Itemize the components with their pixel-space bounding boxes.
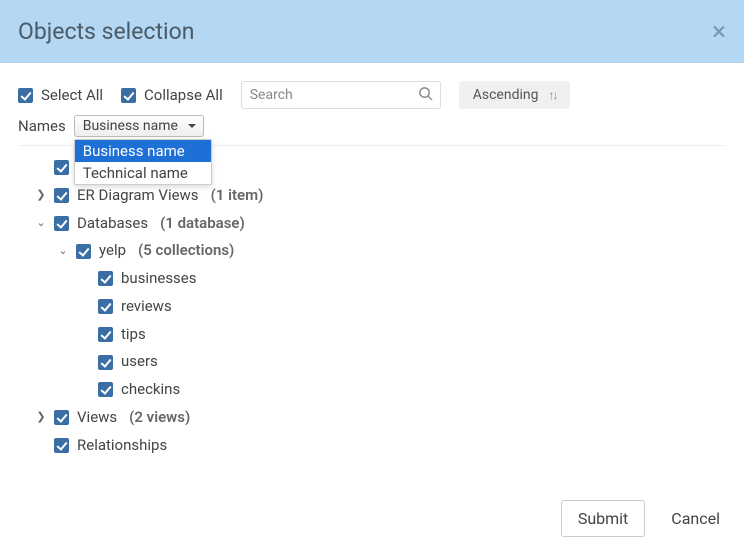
databases-count: (1 database) [160,210,245,238]
controls-bar: Select All Collapse All Ascending ↑↓ [0,63,744,115]
er-views-count: (1 item) [211,182,264,210]
databases-label: Databases [77,210,148,238]
submit-button[interactable]: Submit [561,500,645,537]
search-input[interactable] [241,81,441,109]
col-reviews-checkbox[interactable] [98,299,113,314]
col-businesses-checkbox[interactable] [98,271,113,286]
chevron-down-icon[interactable]: ⌄ [58,241,68,261]
tree-root-checkbox[interactable] [54,160,69,175]
names-row: Names Business name Business name Techni… [0,115,744,145]
chevron-right-icon[interactable]: ❯ [36,407,46,427]
yelp-count: (5 collections) [138,237,234,265]
collapse-all-box[interactable] [121,88,136,103]
col-reviews-label: reviews [121,293,172,321]
relationships-checkbox[interactable] [54,438,69,453]
names-option-business[interactable]: Business name [75,140,211,162]
sort-label: Ascending [473,87,539,103]
collapse-all-label: Collapse All [144,86,223,104]
cancel-button[interactable]: Cancel [665,508,726,529]
select-all-label: Select All [41,86,103,104]
search-wrap [241,81,441,109]
close-icon[interactable]: × [712,19,726,45]
names-dropdown: Business name Technical name [74,139,212,185]
col-businesses-label: businesses [121,265,197,293]
yelp-label: yelp [99,237,126,265]
select-all-checkbox[interactable]: Select All [18,86,103,104]
collapse-all-checkbox[interactable]: Collapse All [121,86,223,104]
relationships-label: Relationships [77,432,167,460]
yelp-checkbox[interactable] [76,244,91,259]
dialog-title: Objects selection [18,18,194,45]
views-label: Views [77,404,117,432]
footer: Submit Cancel [561,500,726,537]
names-select[interactable]: Business name Business name Technical na… [74,115,204,137]
col-users-checkbox[interactable] [98,355,113,370]
databases-checkbox[interactable] [54,216,69,231]
col-checkins-label: checkins [121,376,180,404]
col-tips-checkbox[interactable] [98,327,113,342]
names-select-value[interactable]: Business name [74,115,204,137]
col-users-label: users [121,348,158,376]
chevron-down-icon[interactable]: ⌄ [36,213,46,233]
chevron-right-icon[interactable]: ❯ [36,185,46,205]
views-checkbox[interactable] [54,410,69,425]
er-views-label: ER Diagram Views [77,182,199,210]
sort-icon: ↑↓ [548,88,556,102]
col-checkins-checkbox[interactable] [98,382,113,397]
views-count: (2 views) [129,404,190,432]
tree: ▸ ❯ ER Diagram Views (1 item) ⌄ Database… [0,146,744,477]
select-all-box[interactable] [18,88,33,103]
col-tips-label: tips [121,321,146,349]
sort-button[interactable]: Ascending ↑↓ [459,81,571,109]
names-option-technical[interactable]: Technical name [75,162,211,184]
er-views-checkbox[interactable] [54,188,69,203]
dialog-header: Objects selection × [0,0,744,63]
names-label: Names [18,117,66,135]
